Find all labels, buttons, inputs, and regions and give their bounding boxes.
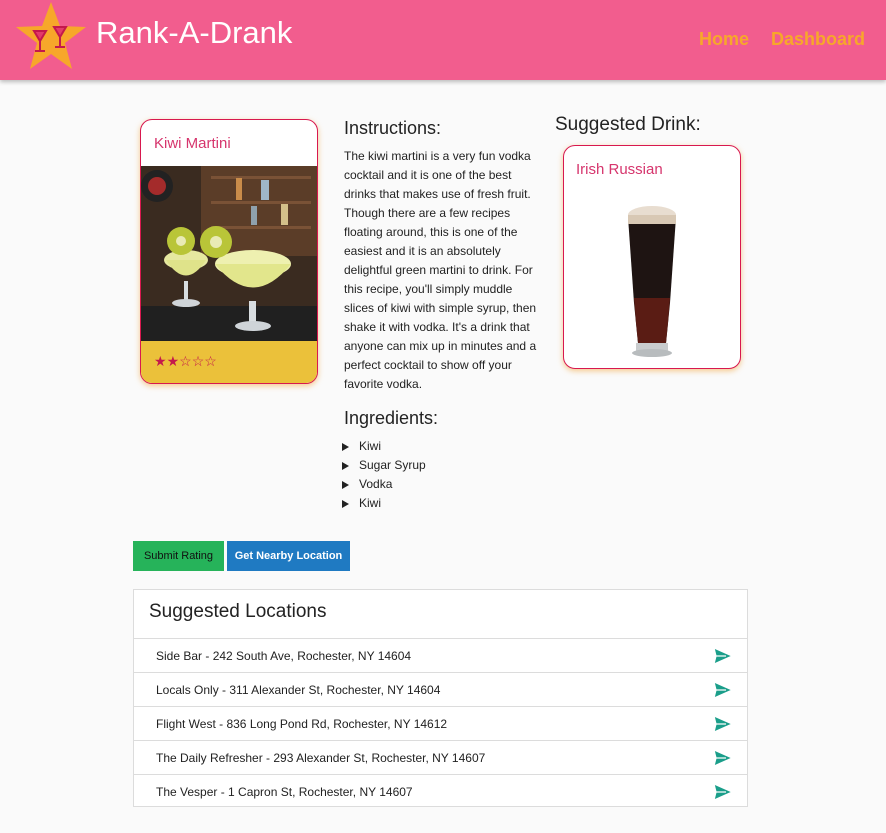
ingredients-heading: Ingredients: [344, 408, 439, 428]
rating-bar: ★★☆☆☆ [141, 341, 317, 383]
location-row[interactable]: Flight West - 836 Long Pond Rd, Rocheste… [134, 706, 747, 740]
suggested-drink-card[interactable]: Irish Russian [563, 145, 741, 369]
location-row[interactable]: The Vesper - 1 Capron St, Rochester, NY … [134, 774, 747, 808]
star-filled-icon[interactable]: ★ [154, 353, 167, 369]
location-address: Locals Only - 311 Alexander St, Rocheste… [156, 683, 441, 697]
triangle-bullet-icon [342, 461, 349, 470]
cocktail-star-logo-icon[interactable] [14, 1, 88, 71]
ingredient-item[interactable]: Vodka [342, 475, 426, 494]
location-row[interactable]: The Daily Refresher - 293 Alexander St, … [134, 740, 747, 774]
suggested-locations-panel: Suggested Locations Side Bar - 242 South… [133, 589, 748, 807]
suggested-drink-photo [628, 206, 676, 357]
triangle-bullet-icon [342, 442, 349, 451]
triangle-bullet-icon [342, 480, 349, 489]
app-header: Rank-A-Drank Home Dashboard [0, 0, 886, 80]
drink-name: Kiwi Martini [154, 135, 231, 152]
send-arrow-icon[interactable] [714, 750, 732, 766]
send-arrow-icon[interactable] [714, 682, 732, 698]
location-address: Side Bar - 242 South Ave, Rochester, NY … [156, 649, 412, 663]
submit-rating-button[interactable]: Submit Rating [133, 541, 224, 571]
ingredient-label: Sugar Syrup [359, 458, 426, 472]
triangle-bullet-icon [342, 499, 349, 508]
instructions-text: The kiwi martini is a very fun vodka coc… [344, 149, 537, 391]
star-empty-icon[interactable]: ☆ [204, 353, 217, 369]
ingredient-label: Kiwi [359, 496, 382, 510]
rating-stars: ★★☆☆☆ [154, 353, 217, 370]
ingredient-item[interactable]: Kiwi [342, 437, 426, 456]
brand-title: Rank-A-Drank [96, 15, 293, 50]
location-address: Flight West - 836 Long Pond Rd, Rocheste… [156, 717, 448, 731]
star-empty-icon[interactable]: ☆ [179, 353, 192, 369]
send-arrow-icon[interactable] [714, 784, 732, 800]
drink-photo [141, 166, 317, 341]
suggested-locations-heading: Suggested Locations [149, 601, 327, 622]
ingredient-item[interactable]: Sugar Syrup [342, 456, 426, 475]
ingredients-list: Kiwi Sugar Syrup Vodka Kiwi [342, 437, 426, 513]
location-address: The Daily Refresher - 293 Alexander St, … [156, 751, 486, 765]
send-arrow-icon[interactable] [714, 716, 732, 732]
suggested-drink-heading: Suggested Drink: [555, 114, 701, 135]
ingredient-label: Kiwi [359, 439, 382, 453]
location-address: The Vesper - 1 Capron St, Rochester, NY … [156, 785, 413, 799]
ingredient-item[interactable]: Kiwi [342, 494, 426, 513]
ingredient-label: Vodka [359, 477, 393, 491]
star-filled-icon[interactable]: ★ [167, 353, 180, 369]
nav-dashboard-link[interactable]: Dashboard [771, 29, 865, 50]
send-arrow-icon[interactable] [714, 648, 732, 664]
suggested-drink-name: Irish Russian [576, 161, 663, 178]
star-empty-icon[interactable]: ☆ [192, 353, 205, 369]
nav-home-link[interactable]: Home [699, 29, 749, 50]
location-row[interactable]: Locals Only - 311 Alexander St, Rocheste… [134, 672, 747, 706]
instructions-heading: Instructions: [344, 118, 442, 138]
drink-card: Kiwi Martini ★★☆☆☆ [140, 119, 318, 384]
get-nearby-location-button[interactable]: Get Nearby Location [227, 541, 350, 571]
location-row[interactable]: Side Bar - 242 South Ave, Rochester, NY … [134, 638, 747, 672]
